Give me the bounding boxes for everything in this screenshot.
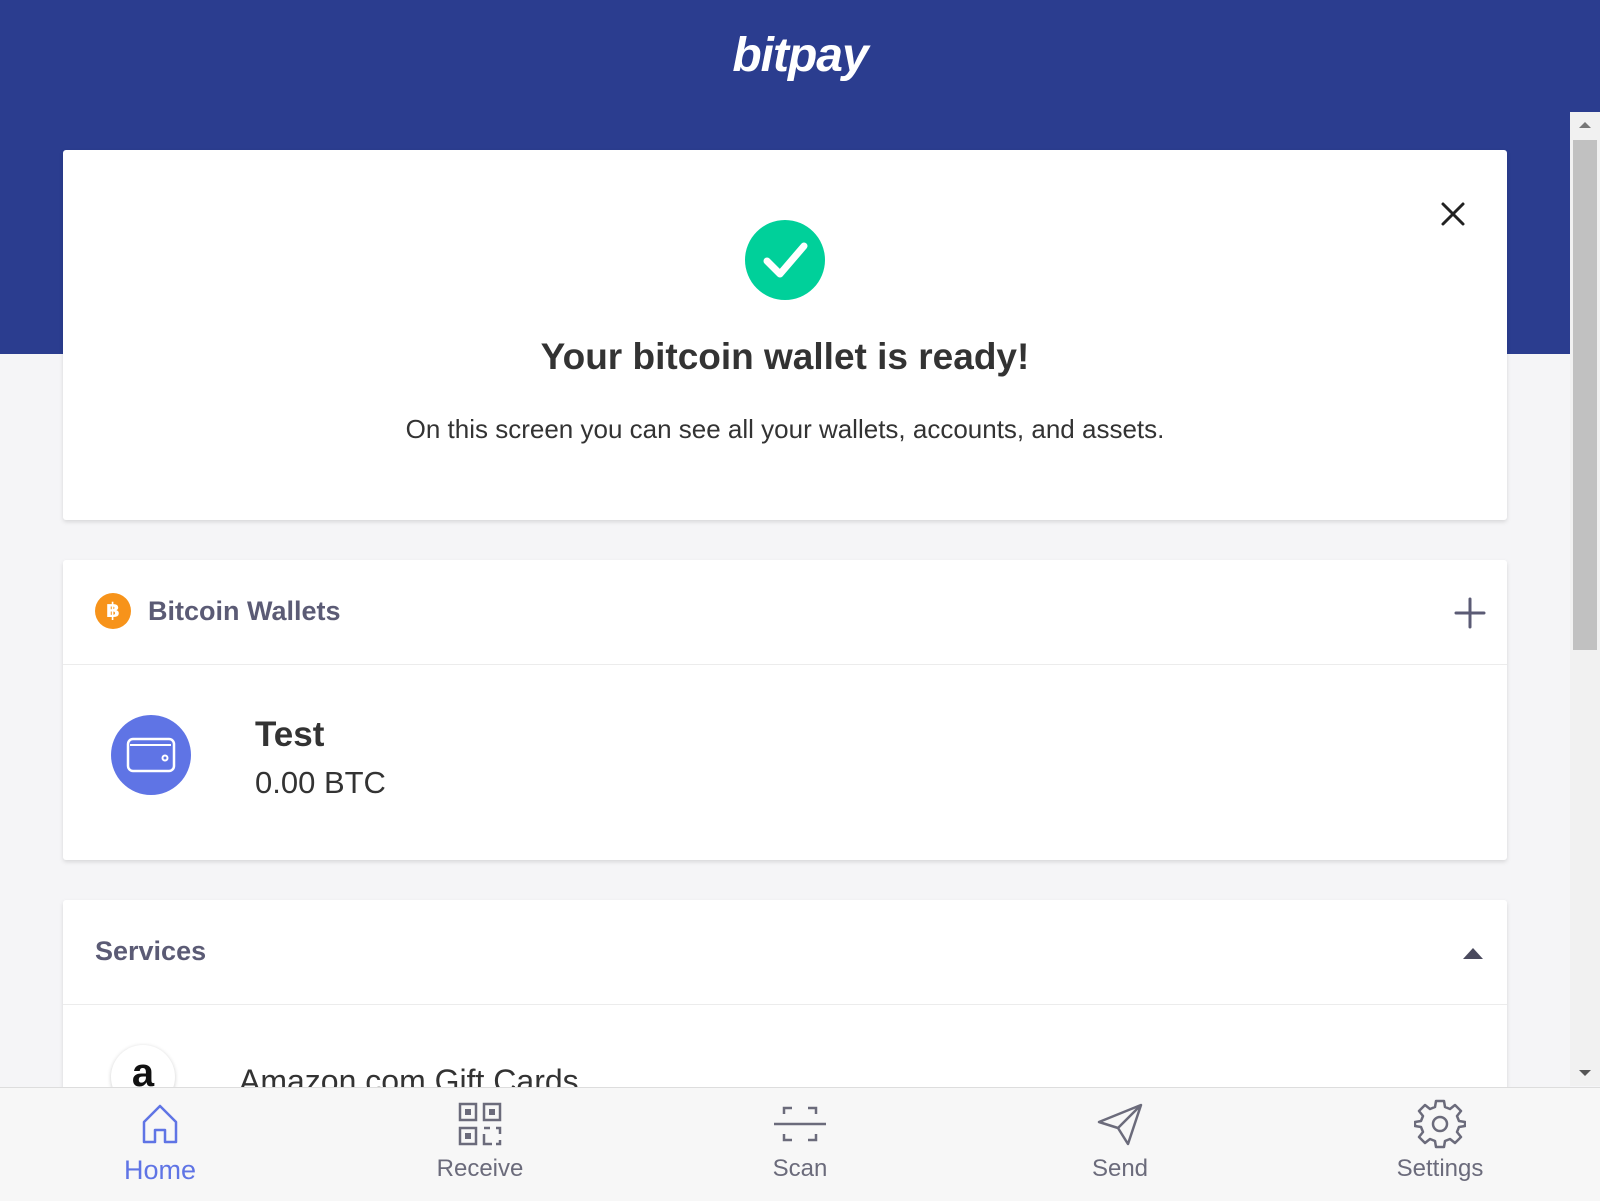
tab-send-label: Send (1091, 1155, 1149, 1182)
add-wallet-button[interactable] (1453, 596, 1487, 630)
services-title: Services (95, 936, 207, 966)
tab-receive-label: Receive (436, 1155, 524, 1182)
tab-scan[interactable]: Scan (700, 1088, 900, 1201)
tab-home-label: Home (123, 1155, 197, 1185)
bitcoin-wallets-header: ฿ Bitcoin Wallets (63, 560, 1507, 665)
bitcoin-icon: ฿ (95, 593, 131, 629)
bitcoin-wallets-title: Bitcoin Wallets (148, 596, 341, 626)
gear-icon (1414, 1099, 1466, 1149)
tab-scan-label: Scan (772, 1155, 828, 1182)
scan-icon (774, 1106, 826, 1142)
bottom-tab-bar: Home Receive Scan Send Settings (0, 1087, 1600, 1201)
service-item-amazon[interactable]: a Amazon.com Gift Cards (63, 1005, 1507, 1109)
tab-settings-label: Settings (1396, 1155, 1484, 1182)
scroll-thumb[interactable] (1573, 140, 1597, 650)
scrollbar[interactable] (1570, 112, 1600, 1086)
collapse-services-button[interactable] (1461, 944, 1485, 962)
qr-code-icon (458, 1102, 502, 1146)
services-header[interactable]: Services (63, 900, 1507, 1005)
scroll-up-arrow-icon (1579, 122, 1591, 128)
wallet-balance: 0.00 BTC (255, 765, 386, 800)
close-button[interactable] (1433, 194, 1473, 234)
bitpay-logo: bitpay (732, 29, 868, 82)
home-icon (142, 1104, 178, 1144)
tab-receive[interactable]: Receive (380, 1088, 580, 1201)
wallet-ready-card: Your bitcoin wallet is ready! On this sc… (63, 150, 1507, 520)
tab-home[interactable]: Home (60, 1088, 260, 1201)
wallet-icon (111, 715, 191, 795)
wallet-name: Test (255, 715, 325, 754)
close-icon (1441, 202, 1465, 226)
scroll-down-button[interactable] (1570, 1060, 1600, 1086)
chevron-up-icon (1463, 948, 1483, 959)
checkmark-icon (745, 220, 825, 300)
tab-send[interactable]: Send (1020, 1088, 1220, 1201)
welcome-title: Your bitcoin wallet is ready! (540, 336, 1030, 377)
bitcoin-wallets-card: ฿ Bitcoin Wallets Test 0.00 BTC (63, 560, 1507, 860)
tab-settings[interactable]: Settings (1340, 1088, 1540, 1201)
plus-icon (1454, 597, 1486, 629)
welcome-description: On this screen you can see all your wall… (405, 414, 1165, 444)
scroll-up-button[interactable] (1570, 112, 1600, 138)
scroll-down-arrow-icon (1579, 1070, 1591, 1076)
wallet-item[interactable]: Test 0.00 BTC (63, 665, 1507, 860)
paper-plane-icon (1097, 1103, 1143, 1146)
